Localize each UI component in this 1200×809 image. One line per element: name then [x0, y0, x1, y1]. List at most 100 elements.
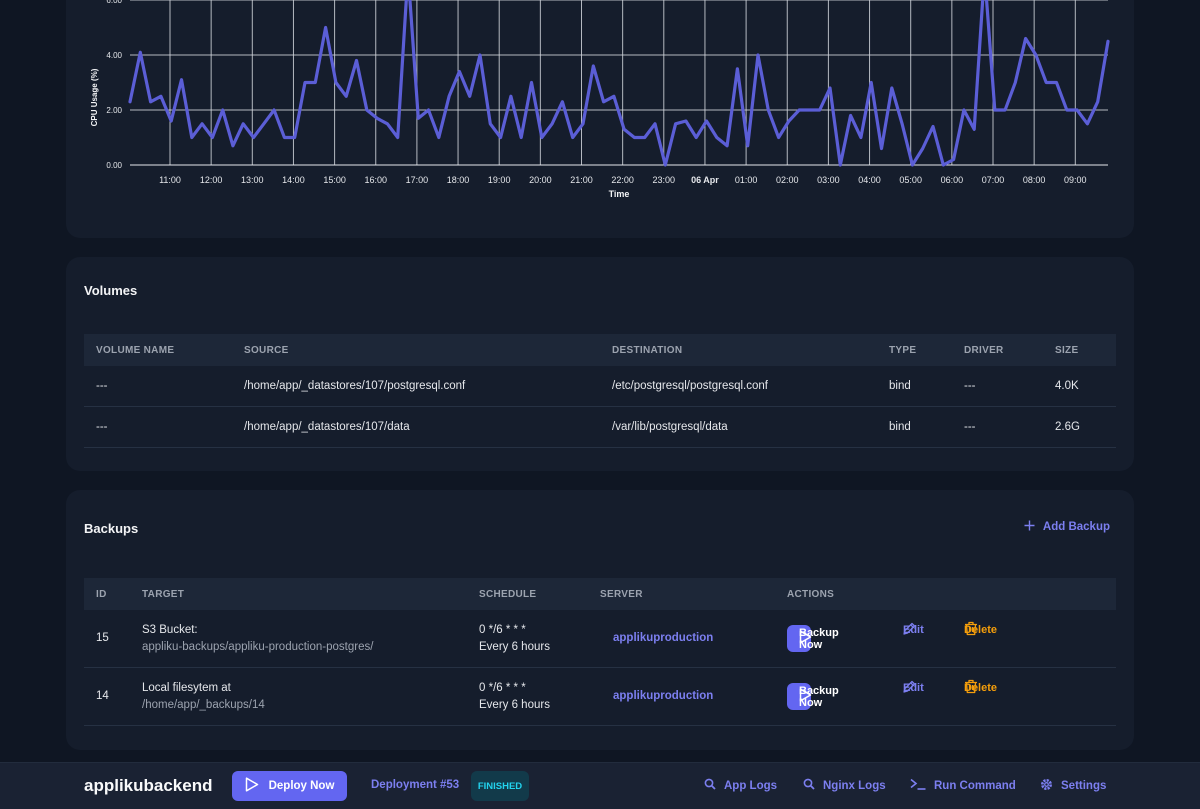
backup-target-type: S3 Bucket:	[142, 624, 198, 636]
col-size: SIZE	[1055, 345, 1079, 356]
backup-now-label: Backup Now	[799, 684, 839, 709]
search-icon	[803, 778, 815, 793]
col-volume-name: VOLUME NAME	[96, 345, 175, 356]
add-backup-button[interactable]: Add Backup	[1024, 520, 1110, 534]
x-tick-label: 07:00	[982, 175, 1005, 185]
backup-id: 15	[96, 632, 109, 644]
volume-name: ---	[96, 421, 108, 433]
delete-label: Delete	[964, 624, 998, 636]
backup-now-button[interactable]: Backup Now	[787, 683, 839, 710]
app-action-bar: applikubackend Deploy Now Deployment #53…	[0, 762, 1200, 809]
backup-schedule: Every 6 hours	[479, 641, 550, 653]
x-tick-label: 08:00	[1023, 175, 1046, 185]
x-tick-label: 03:00	[817, 175, 840, 185]
search-icon	[704, 778, 716, 793]
col-driver: DRIVER	[964, 345, 1004, 356]
x-tick-label: 19:00	[488, 175, 511, 185]
table-row: 14 Local filesytem at /home/app/_backups…	[84, 668, 1116, 726]
backup-id: 14	[96, 690, 109, 702]
app-name: applikubackend	[84, 776, 213, 795]
delete-label: Delete	[964, 682, 998, 694]
table-row: 15 S3 Bucket: appliku-backups/appliku-pr…	[84, 610, 1116, 668]
deployment-link[interactable]: Deployment #53	[371, 779, 459, 791]
cpu-chart-card: 0.00 2.00 4.00 6.00 11:00 12:00 13:00 14:00 15:0…	[66, 0, 1134, 238]
col-id: ID	[96, 589, 107, 600]
backup-server-link[interactable]: applikuproduction	[613, 632, 713, 644]
y-tick-label: 0.00	[106, 161, 122, 170]
cpu-usage-chart: 0.00 2.00 4.00 6.00 11:00 12:00 13:00 14:00 15:0…	[90, 0, 1110, 199]
x-tick-label: 12:00	[200, 175, 223, 185]
table-row: --- /home/app/_datastores/107/postgresql…	[84, 366, 1116, 407]
edit-label: Edit	[903, 624, 924, 636]
backup-target-path: appliku-backups/appliku-production-postg…	[142, 641, 374, 653]
x-tick-label: 01:00	[735, 175, 758, 185]
y-tick-label: 2.00	[106, 106, 122, 115]
volumes-table-header: VOLUME NAME SOURCE DESTINATION TYPE DRIV…	[84, 334, 1116, 366]
col-type: TYPE	[889, 345, 917, 356]
x-tick-label: 02:00	[776, 175, 799, 185]
cpu-usage-series-line	[128, 0, 1110, 167]
x-tick-label: 05:00	[899, 175, 922, 185]
terminal-icon	[910, 778, 926, 793]
backups-card: Backups Add Backup ID TARGET SCHEDULE SE…	[66, 490, 1134, 750]
play-icon	[245, 777, 259, 795]
run-command-label: Run Command	[934, 779, 1016, 792]
deploy-now-label: Deploy Now	[268, 780, 335, 792]
x-tick-label: 13:00	[241, 175, 264, 185]
run-command-link[interactable]: Run Command	[910, 778, 1016, 793]
x-tick-label: 23:00	[653, 175, 676, 185]
x-tick-label: 17:00	[406, 175, 429, 185]
add-backup-label: Add Backup	[1042, 521, 1110, 533]
y-tick-label: 6.00	[106, 0, 122, 5]
deploy-now-button[interactable]: Deploy Now	[232, 771, 347, 801]
backup-cron: 0 */6 * * *	[479, 624, 526, 636]
x-tick-label: 06 Apr	[691, 175, 719, 185]
volume-type: bind	[889, 421, 911, 433]
x-tick-label: 09:00	[1064, 175, 1087, 185]
col-source: SOURCE	[244, 345, 289, 356]
y-axis-label: CPU Usage (%)	[90, 68, 99, 126]
backups-table: ID TARGET SCHEDULE SERVER ACTIONS 15 S3 …	[84, 578, 1116, 726]
backup-now-button[interactable]: Backup Now	[787, 625, 839, 652]
volume-source: /home/app/_datastores/107/data	[244, 421, 410, 433]
x-tick-label: 22:00	[611, 175, 634, 185]
volume-source: /home/app/_datastores/107/postgresql.con…	[244, 380, 466, 392]
app-logs-label: App Logs	[724, 779, 778, 792]
volume-name: ---	[96, 380, 108, 392]
backup-schedule: Every 6 hours	[479, 699, 550, 711]
status-badge: FINISHED	[471, 771, 529, 801]
edit-label: Edit	[903, 682, 924, 694]
x-tick-label: 06:00	[941, 175, 964, 185]
settings-link[interactable]: Settings	[1040, 778, 1106, 794]
gear-icon	[1040, 778, 1053, 794]
volumes-table: VOLUME NAME SOURCE DESTINATION TYPE DRIV…	[84, 334, 1116, 448]
y-tick-label: 4.00	[106, 51, 122, 60]
table-row: --- /home/app/_datastores/107/data /var/…	[84, 407, 1116, 448]
col-schedule: SCHEDULE	[479, 589, 537, 600]
backup-cron: 0 */6 * * *	[479, 682, 526, 694]
nginx-logs-label: Nginx Logs	[823, 779, 886, 792]
x-tick-label: 20:00	[529, 175, 552, 185]
col-destination: DESTINATION	[612, 345, 683, 356]
x-tick-label: 11:00	[159, 175, 181, 185]
backup-target-type: Local filesytem at	[142, 682, 231, 694]
backup-now-label: Backup Now	[799, 626, 839, 651]
backups-table-header: ID TARGET SCHEDULE SERVER ACTIONS	[84, 578, 1116, 610]
volume-type: bind	[889, 380, 911, 392]
x-tick-label: 18:00	[447, 175, 470, 185]
plus-icon	[1024, 520, 1035, 534]
app-logs-link[interactable]: App Logs	[704, 778, 777, 793]
volume-driver: ---	[964, 380, 976, 392]
volumes-title: Volumes	[84, 283, 138, 298]
volumes-card: Volumes VOLUME NAME SOURCE DESTINATION T…	[66, 257, 1134, 471]
volume-destination: /etc/postgresql/postgresql.conf	[612, 380, 768, 392]
backup-server-link[interactable]: applikuproduction	[613, 690, 713, 702]
nginx-logs-link[interactable]: Nginx Logs	[803, 778, 886, 793]
volume-size: 2.6G	[1055, 421, 1080, 433]
settings-label: Settings	[1061, 780, 1107, 792]
volume-driver: ---	[964, 421, 976, 433]
x-tick-label: 14:00	[282, 175, 305, 185]
backup-target-path: /home/app/_backups/14	[142, 699, 265, 711]
x-tick-label: 21:00	[570, 175, 593, 185]
col-target: TARGET	[142, 589, 185, 600]
